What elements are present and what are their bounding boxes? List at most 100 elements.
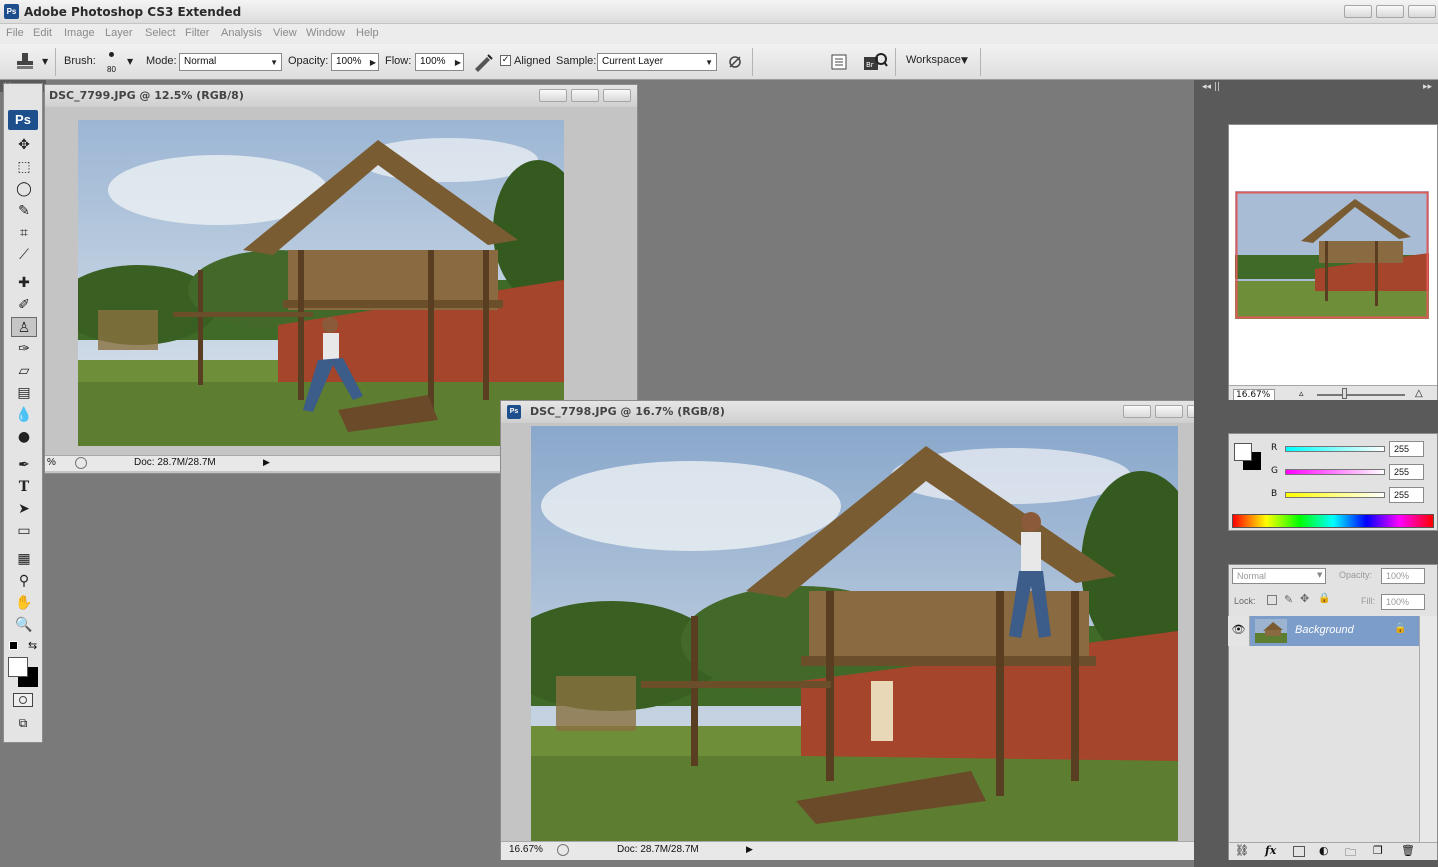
workspace-menu[interactable]: Workspace (906, 54, 961, 66)
layer-row-background[interactable]: 👁 Background 🔒 (1228, 616, 1419, 646)
hand-tool-icon[interactable]: ✋ (11, 593, 37, 613)
photo-canvas-2[interactable] (531, 426, 1178, 841)
color-g-slider[interactable] (1285, 469, 1385, 475)
menu-view[interactable]: View (273, 27, 297, 39)
move-tool-icon[interactable]: ✥ (11, 135, 37, 155)
lock-transparent-icon[interactable] (1267, 595, 1277, 605)
layer-visibility-eye-icon[interactable]: 👁 (1228, 616, 1250, 646)
adjustment-layer-icon[interactable]: ◐ (1319, 844, 1329, 857)
workspace-dropdown-icon[interactable]: ▼ (961, 56, 968, 66)
color-g-field[interactable]: 255 (1389, 464, 1424, 480)
navigator-thumbnail[interactable] (1235, 191, 1429, 319)
dodge-tool-icon[interactable]: ● (11, 427, 37, 447)
clone-stamp-tool-icon[interactable] (14, 51, 36, 73)
swap-colors-icon[interactable]: ⇆ (28, 639, 37, 652)
menu-layer[interactable]: Layer (105, 27, 133, 39)
menu-help[interactable]: Help (356, 27, 379, 39)
bridge-icon[interactable]: Br (862, 51, 888, 73)
document-2-status-icon[interactable] (557, 844, 569, 856)
menu-select[interactable]: Select (145, 27, 176, 39)
eyedropper-tool-icon[interactable]: ⚲ (11, 571, 37, 591)
maximize-button[interactable] (1376, 5, 1404, 18)
tool-preset-dropdown-icon[interactable]: ▼ (42, 57, 48, 66)
menu-image[interactable]: Image (64, 27, 95, 39)
minimize-button[interactable] (1344, 5, 1372, 18)
pen-tool-icon[interactable]: ✒ (11, 455, 37, 475)
clone-stamp-tool-icon[interactable]: ♙ (11, 317, 37, 337)
document-2-zoom[interactable]: 16.67% (509, 844, 543, 855)
slice-tool-icon[interactable]: ⟋ (11, 245, 37, 265)
zoom-tool-icon[interactable]: 🔍 (11, 615, 37, 635)
delete-layer-icon[interactable]: 🗑 (1401, 844, 1415, 857)
document-1-zoom[interactable]: % (47, 457, 56, 468)
color-spectrum-bar[interactable] (1232, 514, 1434, 528)
document-2-minimize[interactable] (1123, 405, 1151, 418)
brush-preview-icon[interactable] (109, 52, 114, 57)
document-1-titlebar[interactable]: DSC_7799.JPG @ 12.5% (RGB/8) (45, 85, 637, 107)
blend-mode-dropdown-icon[interactable]: ▼ (1317, 571, 1322, 579)
color-foreground-swatch[interactable] (1234, 443, 1252, 461)
zoom-out-icon[interactable]: ▵ (1299, 389, 1304, 399)
document-2-maximize[interactable] (1155, 405, 1183, 418)
color-r-slider[interactable] (1285, 446, 1385, 452)
type-tool-icon[interactable]: T (11, 477, 37, 497)
menu-window[interactable]: Window (306, 27, 345, 39)
close-button[interactable] (1408, 5, 1436, 18)
brush-picker-dropdown-icon[interactable]: ▼ (127, 57, 133, 66)
document-2-titlebar[interactable]: Ps DSC_7798.JPG @ 16.7% (RGB/8) (501, 401, 1221, 423)
link-layers-icon[interactable]: ⛓ (1235, 844, 1249, 857)
layers-scrollbar[interactable] (1419, 616, 1437, 842)
lasso-tool-icon[interactable]: ◯ (11, 179, 37, 199)
gradient-tool-icon[interactable]: ▤ (11, 383, 37, 403)
navigator-zoom-slider-thumb[interactable] (1342, 388, 1347, 399)
layer-opacity-field[interactable]: 100% (1381, 568, 1425, 584)
marquee-tool-icon[interactable]: ⬚ (11, 157, 37, 177)
aligned-checkbox[interactable]: ✓ (500, 55, 511, 66)
rectangle-tool-icon[interactable]: ▭ (11, 521, 37, 541)
layer-style-icon[interactable]: fx (1265, 844, 1276, 857)
quick-mask-icon[interactable] (13, 693, 33, 707)
color-b-slider[interactable] (1285, 492, 1385, 498)
notes-tool-icon[interactable]: ▦ (11, 549, 37, 569)
dock-expand-icon[interactable]: ▸▸ (1423, 82, 1432, 92)
airbrush-icon[interactable] (472, 52, 494, 72)
document-1-maximize[interactable] (571, 89, 599, 102)
path-selection-tool-icon[interactable]: ➤ (11, 499, 37, 519)
new-group-icon[interactable]: 🗀 (1345, 844, 1356, 863)
history-brush-tool-icon[interactable]: ✑ (11, 339, 37, 359)
blur-tool-icon[interactable]: 💧 (11, 405, 37, 425)
flow-field[interactable]: 100% ▶ (415, 53, 464, 71)
magic-wand-tool-icon[interactable]: ✎ (11, 201, 37, 221)
photo-canvas-1[interactable] (78, 120, 564, 446)
lock-position-icon[interactable]: ✥ (1300, 592, 1309, 605)
navigator-zoom-slider[interactable] (1317, 394, 1405, 396)
color-r-field[interactable]: 255 (1389, 441, 1424, 457)
lock-all-icon[interactable]: 🔒 (1318, 593, 1330, 604)
sample-select[interactable]: Current Layer ▼ (597, 53, 717, 71)
menu-filter[interactable]: Filter (185, 27, 209, 39)
crop-tool-icon[interactable]: ⌗ (11, 223, 37, 243)
new-layer-icon[interactable]: ❐ (1373, 844, 1383, 857)
document-2-status-menu-icon[interactable]: ▶ (746, 844, 753, 855)
menu-file[interactable]: File (6, 27, 24, 39)
menu-analysis[interactable]: Analysis (221, 27, 262, 39)
opacity-field[interactable]: 100% ▶ (331, 53, 379, 71)
document-1-minimize[interactable] (539, 89, 567, 102)
ignore-adjustment-layers-icon[interactable] (727, 54, 743, 70)
screen-mode-icon[interactable]: ⧉ (13, 716, 33, 730)
palette-well-icon[interactable] (830, 53, 848, 71)
layer-blend-mode-select[interactable]: Normal (1232, 568, 1326, 584)
document-1-close[interactable] (603, 89, 631, 102)
healing-brush-tool-icon[interactable]: ✚ (11, 273, 37, 293)
layer-fill-field[interactable]: 100% (1381, 594, 1425, 610)
dock-collapse-icon[interactable]: ◂◂ || (1202, 82, 1220, 92)
brush-tool-icon[interactable]: ✐ (11, 295, 37, 315)
add-mask-icon[interactable] (1293, 846, 1305, 857)
color-b-field[interactable]: 255 (1389, 487, 1424, 503)
lock-image-icon[interactable]: ✎ (1284, 593, 1293, 606)
document-1-status-menu-icon[interactable]: ▶ (263, 457, 270, 468)
menu-edit[interactable]: Edit (33, 27, 52, 39)
foreground-color-swatch[interactable] (8, 657, 28, 677)
default-colors-icon[interactable] (9, 641, 18, 650)
zoom-in-icon[interactable]: △ (1415, 388, 1423, 399)
